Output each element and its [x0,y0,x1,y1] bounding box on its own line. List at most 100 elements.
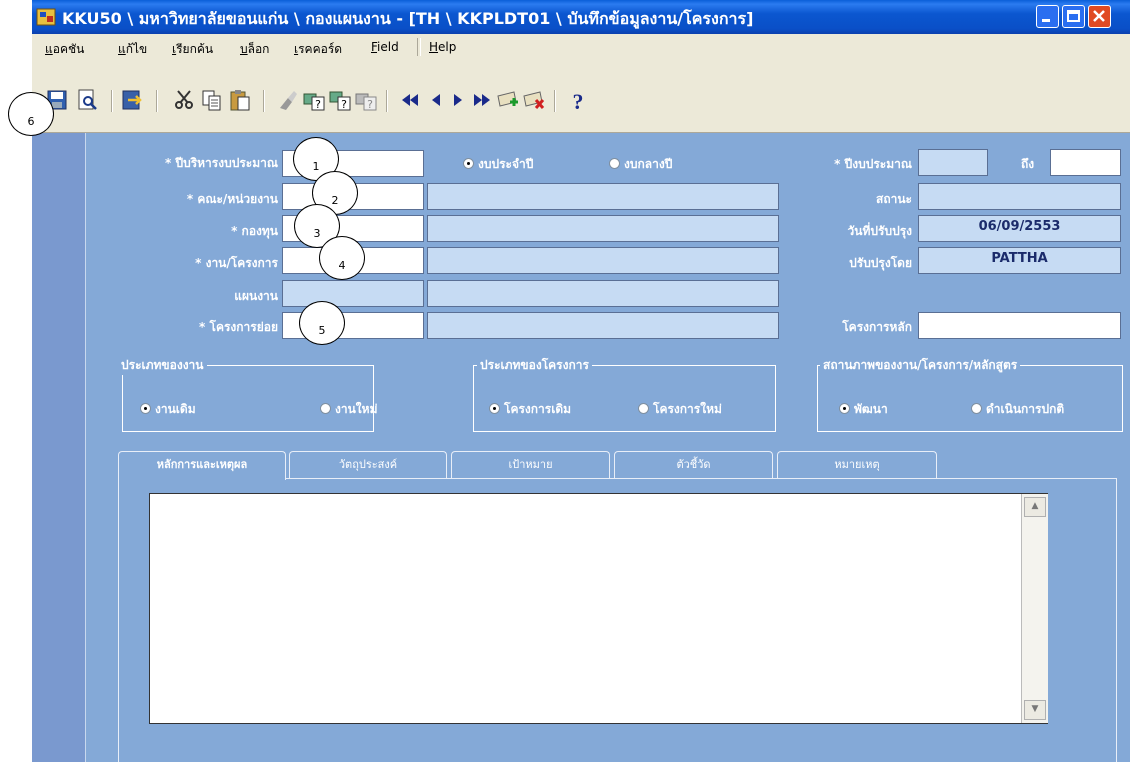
last-record-icon[interactable] [470,88,494,112]
tab-targets[interactable]: เป้าหมาย [451,451,610,478]
central-budget-radio[interactable] [609,158,620,169]
plan-name-field [427,280,779,307]
close-button[interactable] [1088,5,1111,28]
paste-icon[interactable] [228,88,252,112]
status-normal-label: ดำเนินการปกติ [986,402,1065,416]
close-icon [1093,10,1105,22]
work-new-label: งานใหม่ [335,402,378,416]
fund-label: * กองทุน [231,224,278,238]
update-date-label: วันที่ปรับปรุง [847,224,912,238]
status-develop-label: พัฒนา [854,402,888,416]
next-record-icon[interactable] [446,88,470,112]
update-date-field: 06/09/2553 [918,215,1121,242]
clear-icon[interactable] [276,88,300,112]
svg-text:?: ? [341,98,347,111]
callout-5: 5 [299,301,345,345]
project-type-title: ประเภทของโครงการ [477,356,592,375]
project-existing-label: โครงการเดิม [504,402,572,416]
faculty-name-field [427,183,779,210]
menu-record[interactable]: เรคคอร์ด [294,40,342,59]
work-existing-radio[interactable] [140,403,151,414]
faculty-label: * คณะ/หน่วยงาน [186,192,278,206]
status-label: สถานะ [876,192,912,206]
menu-field[interactable]: Field [371,40,399,54]
svg-text:?: ? [315,98,321,111]
budget-admin-year-label: * ปีบริหารงบประมาณ [165,156,278,170]
budget-year-label: * ปีงบประมาณ [834,157,912,171]
execute-query-icon[interactable]: ? [328,88,352,112]
toolbar-separator [111,90,113,112]
enter-query-icon[interactable]: ? [302,88,326,112]
svg-text:?: ? [573,89,584,112]
to-label: ถึง [1021,157,1035,171]
project-new-label: โครงการใหม่ [653,402,722,416]
print-preview-icon[interactable] [75,88,99,112]
scroll-up-button[interactable]: ▲ [1024,497,1046,517]
budget-year-to-field[interactable] [1050,149,1121,176]
annual-budget-label: งบประจำปี [478,157,534,171]
main-project-field[interactable] [918,312,1121,339]
rationale-textarea[interactable] [149,493,1048,724]
central-budget-label: งบกลางปี [624,157,673,171]
fund-name-field [427,215,779,242]
previous-record-icon[interactable] [424,88,448,112]
status-group-title: สถานภาพของงาน/โครงการ/หลักสูตร [820,356,1021,375]
status-develop-radio[interactable] [839,403,850,414]
project-name-field [427,247,779,274]
copy-icon[interactable] [200,88,224,112]
menu-block[interactable]: บล็อก [240,40,269,59]
menu-query[interactable]: เรียกค้น [172,40,213,59]
delete-record-icon[interactable] [522,88,546,112]
toolbar-separator [156,90,158,112]
minimize-button[interactable] [1036,5,1059,28]
tab-remarks[interactable]: หมายเหตุ [777,451,937,478]
first-record-icon[interactable] [398,88,422,112]
updated-by-label: ปรับปรุงโดย [849,256,912,270]
menu-edit[interactable]: แก้ไข [118,40,147,59]
textarea-scrollbar[interactable]: ▲ ▼ [1021,494,1048,723]
callout-6: 6 [8,92,54,136]
main-project-label: โครงการหลัก [842,320,912,334]
minimize-icon [1042,19,1050,22]
title-bar: KKU50 \ มหาวิทยาลัยขอนแก่น \ กองแผนงาน -… [32,0,1130,34]
scroll-down-button[interactable]: ▼ [1024,700,1046,720]
status-group [817,365,1123,432]
maximize-button[interactable] [1062,5,1085,28]
help-icon[interactable]: ? [566,88,590,112]
updated-by-field: PATTHA [918,247,1121,274]
subproject-name-field [427,312,779,339]
insert-record-icon[interactable] [496,88,520,112]
work-existing-label: งานเดิม [155,402,196,416]
tab-indicators[interactable]: ตัวชี้วัด [614,451,773,478]
maximize-icon [1067,10,1080,22]
budget-year-from-field[interactable] [918,149,988,176]
work-type-title: ประเภทของงาน [118,356,207,375]
plan-code-field [282,280,424,307]
svg-text:?: ? [367,98,373,111]
status-field [918,183,1121,210]
tab-objectives[interactable]: วัตถุประสงค์ [289,451,447,478]
menu-bar: แอคชัน แก้ไข เรียกค้น บล็อก เรคคอร์ด Fie… [32,34,1130,60]
project-new-radio[interactable] [638,403,649,414]
menu-action[interactable]: แอคชัน [45,40,84,59]
toolbar-separator [554,90,556,112]
cut-icon[interactable] [172,88,196,112]
app-icon [36,8,56,26]
cancel-query-icon[interactable]: ? [354,88,378,112]
work-new-radio[interactable] [320,403,331,414]
project-type-group [473,365,776,432]
project-existing-radio[interactable] [489,403,500,414]
annual-budget-radio[interactable] [463,158,474,169]
exit-icon[interactable] [120,88,144,112]
subproject-label: * โครงการย่อย [199,320,278,334]
toolbar: ? ? ? ? [32,60,1130,133]
window-title: KKU50 \ มหาวิทยาลัยขอนแก่น \ กองแผนงาน -… [62,9,754,28]
status-normal-radio[interactable] [971,403,982,414]
work-type-group [122,365,374,432]
callout-4: 4 [319,236,365,280]
project-label: * งาน/โครงการ [195,256,278,270]
menu-separator [417,38,421,56]
tab-rationale[interactable]: หลักการและเหตุผล [118,451,286,480]
menu-help[interactable]: Help [429,40,456,54]
toolbar-separator [263,90,265,112]
